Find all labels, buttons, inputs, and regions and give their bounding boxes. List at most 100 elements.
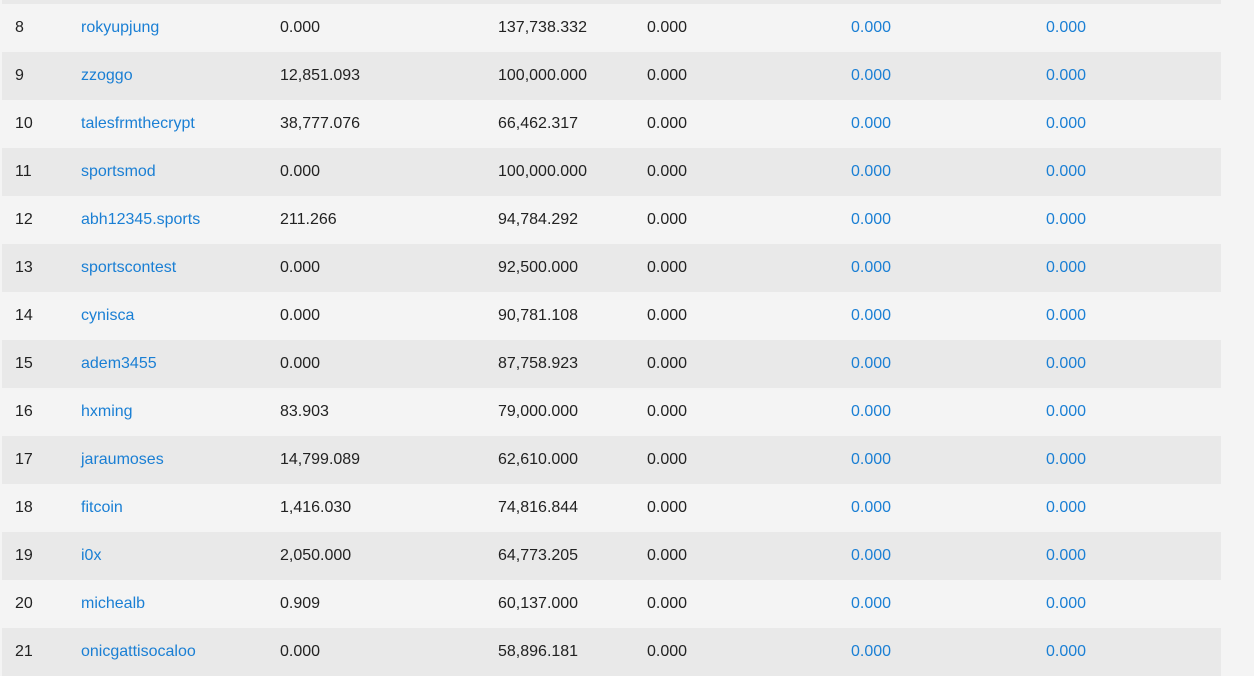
value-link-2[interactable]: 0.000	[1046, 436, 1086, 484]
rank-cell: 12	[15, 211, 33, 228]
value-link-2[interactable]: 0.000	[1046, 52, 1086, 100]
account-link[interactable]: fitcoin	[81, 484, 123, 532]
stake-cell: 66,462.317	[498, 115, 579, 132]
value-link[interactable]: 0.000	[851, 196, 891, 244]
table-row: 10 talesfrmthecrypt 38,777.076 66,462.317 0.…	[2, 100, 1221, 148]
account-link[interactable]: zzoggo	[81, 52, 133, 100]
balance-cell: 14,799.089	[280, 451, 361, 468]
value-link[interactable]: 0.000	[851, 340, 891, 388]
balance-cell: 0.000	[280, 355, 321, 372]
balance-cell: 0.909	[280, 595, 321, 612]
account-link[interactable]: cynisca	[81, 292, 134, 340]
value-cell: 0.000	[647, 643, 688, 660]
balance-cell: 0.000	[280, 19, 321, 36]
value-link[interactable]: 0.000	[851, 148, 891, 196]
account-link[interactable]: michealb	[81, 580, 145, 628]
value-link[interactable]: 0.000	[851, 436, 891, 484]
table-row: 19 i0x 2,050.000 64,773.205 0.000 0.000 0.000	[2, 532, 1221, 580]
value-cell: 0.000	[647, 547, 688, 564]
value-cell: 0.000	[647, 259, 688, 276]
value-link-2[interactable]: 0.000	[1046, 388, 1086, 436]
table-row: 9 zzoggo 12,851.093 100,000.000 0.000 0.000 0.…	[2, 52, 1221, 100]
value-link-2[interactable]: 0.000	[1046, 580, 1086, 628]
value-link-2[interactable]: 0.000	[1046, 100, 1086, 148]
value-cell: 0.000	[647, 115, 688, 132]
rank-cell: 8	[15, 19, 24, 36]
balance-cell: 0.000	[280, 259, 321, 276]
stake-cell: 64,773.205	[498, 547, 579, 564]
balance-cell: 0.000	[280, 307, 321, 324]
stake-cell: 79,000.000	[498, 403, 579, 420]
account-link[interactable]: rokyupjung	[81, 4, 159, 52]
value-link[interactable]: 0.000	[851, 484, 891, 532]
account-link[interactable]: i0x	[81, 532, 101, 580]
table-row: 8 rokyupjung 0.000 137,738.332 0.000 0.000 0.0…	[2, 4, 1221, 52]
value-link[interactable]: 0.000	[851, 580, 891, 628]
value-link-2[interactable]: 0.000	[1046, 244, 1086, 292]
value-link-2[interactable]: 0.000	[1046, 532, 1086, 580]
value-link[interactable]: 0.000	[851, 292, 891, 340]
stake-cell: 58,896.181	[498, 643, 579, 660]
account-link[interactable]: sportsmod	[81, 148, 156, 196]
value-link-2[interactable]: 0.000	[1046, 196, 1086, 244]
account-link[interactable]: jaraumoses	[81, 436, 164, 484]
rank-cell: 21	[15, 643, 33, 660]
table-row: 21 onicgattisocaloo 0.000 58,896.181 0.000 0.…	[2, 628, 1221, 676]
stake-cell: 137,738.332	[498, 19, 587, 36]
account-link[interactable]: adem3455	[81, 340, 157, 388]
value-cell: 0.000	[647, 499, 688, 516]
table-row: 15 adem3455 0.000 87,758.923 0.000 0.000 0.000	[2, 340, 1221, 388]
value-link[interactable]: 0.000	[851, 100, 891, 148]
balance-cell: 2,050.000	[280, 547, 352, 564]
balance-cell: 38,777.076	[280, 115, 361, 132]
table-row: 14 cynisca 0.000 90,781.108 0.000 0.000 0.000	[2, 292, 1221, 340]
rank-cell: 17	[15, 451, 33, 468]
stake-cell: 60,137.000	[498, 595, 579, 612]
rank-cell: 16	[15, 403, 33, 420]
table-row: 17 jaraumoses 14,799.089 62,610.000 0.000 0.0…	[2, 436, 1221, 484]
value-link-2[interactable]: 0.000	[1046, 4, 1086, 52]
value-link[interactable]: 0.000	[851, 52, 891, 100]
stake-cell: 62,610.000	[498, 451, 579, 468]
value-link-2[interactable]: 0.000	[1046, 628, 1086, 676]
value-link[interactable]: 0.000	[851, 244, 891, 292]
value-link-2[interactable]: 0.000	[1046, 340, 1086, 388]
value-cell: 0.000	[647, 595, 688, 612]
balance-cell: 0.000	[280, 643, 321, 660]
stake-cell: 74,816.844	[498, 499, 579, 516]
balance-cell: 1,416.030	[280, 499, 352, 516]
value-cell: 0.000	[647, 67, 688, 84]
value-cell: 0.000	[647, 451, 688, 468]
stake-cell: 90,781.108	[498, 307, 579, 324]
value-link-2[interactable]: 0.000	[1046, 484, 1086, 532]
stake-cell: 94,784.292	[498, 211, 579, 228]
table-row: 18 fitcoin 1,416.030 74,816.844 0.000 0.000 0.…	[2, 484, 1221, 532]
rank-cell: 9	[15, 67, 24, 84]
value-link-2[interactable]: 0.000	[1046, 148, 1086, 196]
rank-cell: 20	[15, 595, 33, 612]
value-link-2[interactable]: 0.000	[1046, 292, 1086, 340]
table-row: 16 hxming 83.903 79,000.000 0.000 0.000 0.000	[2, 388, 1221, 436]
account-link[interactable]: talesfrmthecrypt	[81, 100, 195, 148]
account-link[interactable]: hxming	[81, 388, 133, 436]
account-link[interactable]: sportscontest	[81, 244, 176, 292]
balance-cell: 211.266	[280, 211, 337, 228]
table-row: 11 sportsmod 0.000 100,000.000 0.000 0.000 0.0…	[2, 148, 1221, 196]
value-cell: 0.000	[647, 307, 688, 324]
value-cell: 0.000	[647, 355, 688, 372]
rank-cell: 11	[15, 163, 32, 180]
value-cell: 0.000	[647, 163, 688, 180]
rank-cell: 15	[15, 355, 33, 372]
value-link[interactable]: 0.000	[851, 532, 891, 580]
value-cell: 0.000	[647, 19, 688, 36]
table-row: 13 sportscontest 0.000 92,500.000 0.000 0.000…	[2, 244, 1221, 292]
balance-cell: 0.000	[280, 163, 321, 180]
value-link[interactable]: 0.000	[851, 388, 891, 436]
rank-cell: 10	[15, 115, 33, 132]
value-link[interactable]: 0.000	[851, 628, 891, 676]
value-link[interactable]: 0.000	[851, 4, 891, 52]
rank-cell: 18	[15, 499, 33, 516]
account-link[interactable]: onicgattisocaloo	[81, 628, 196, 676]
rank-cell: 13	[15, 259, 33, 276]
account-link[interactable]: abh12345.sports	[81, 196, 200, 244]
